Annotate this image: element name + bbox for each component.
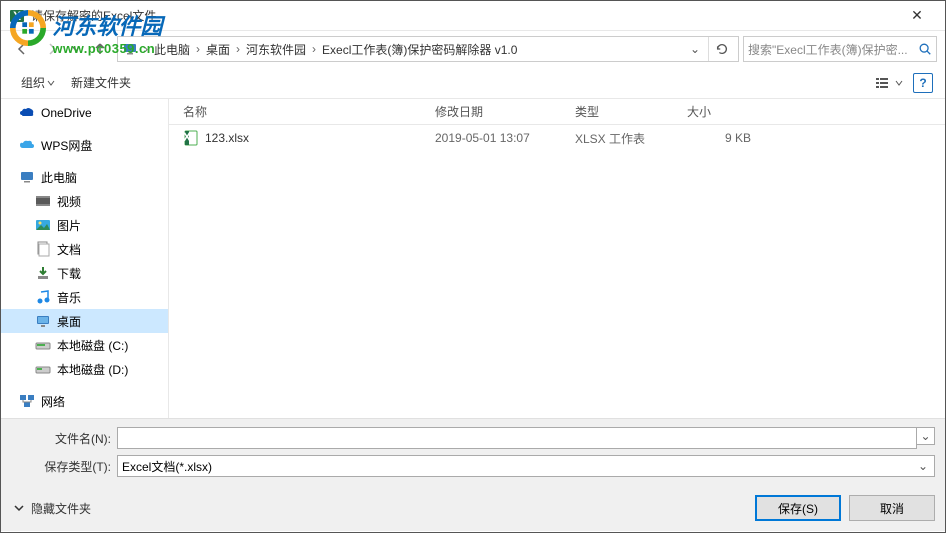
app-icon: X — [9, 8, 25, 24]
chevron-right-icon[interactable]: › — [194, 42, 202, 56]
chevron-down-icon — [47, 79, 55, 87]
file-type: XLSX 工作表 — [567, 130, 679, 147]
sidebar-item-label: 视频 — [57, 193, 81, 210]
close-button[interactable]: ✕ — [897, 2, 937, 30]
navigation-sidebar: OneDrive WPS网盘 此电脑 视频 图片 文档 — [1, 99, 169, 418]
sidebar-item-label: 桌面 — [57, 313, 81, 330]
cancel-button[interactable]: 取消 — [849, 495, 935, 521]
organize-button[interactable]: 组织 — [13, 70, 63, 95]
save-button[interactable]: 保存(S) — [755, 495, 841, 521]
file-name: 123.xlsx — [205, 131, 249, 145]
save-form-area: 文件名(N): ⌄ 保存类型(T): Excel文档(*.xlsx) ⌄ 隐藏文… — [1, 418, 945, 531]
main-area: OneDrive WPS网盘 此电脑 视频 图片 文档 — [1, 99, 945, 418]
sidebar-item-label: WPS网盘 — [41, 137, 92, 154]
nav-forward-button — [39, 36, 65, 62]
video-icon — [35, 193, 51, 209]
column-header-name[interactable]: 名称 — [169, 103, 427, 120]
sidebar-item-wps[interactable]: WPS网盘 — [1, 133, 168, 157]
help-button[interactable]: ? — [913, 73, 933, 93]
chevron-down-icon: ⌄ — [914, 457, 932, 475]
sidebar-item-video[interactable]: 视频 — [1, 189, 168, 213]
onedrive-icon — [19, 105, 35, 121]
filename-label: 文件名(N): — [11, 430, 117, 447]
sidebar-item-music[interactable]: 音乐 — [1, 285, 168, 309]
drive-icon — [35, 337, 51, 353]
sidebar-item-documents[interactable]: 文档 — [1, 237, 168, 261]
wps-cloud-icon — [19, 137, 35, 153]
pictures-icon — [35, 217, 51, 233]
chevron-down-icon — [895, 79, 903, 87]
recent-locations-dropdown[interactable] — [69, 44, 83, 54]
sidebar-item-label: 网络 — [41, 393, 65, 410]
sidebar-item-desktop[interactable]: 桌面 — [1, 309, 168, 333]
nav-back-button[interactable] — [9, 36, 35, 62]
breadcrumb-bar[interactable]: › 此电脑 › 桌面 › 河东软件园 › Execl工作表(簿)保护密码解除器 … — [117, 36, 739, 62]
file-list-header: 名称 修改日期 类型 大小 — [169, 99, 945, 125]
sidebar-item-label: OneDrive — [41, 106, 92, 120]
filetype-select[interactable]: Excel文档(*.xlsx) ⌄ — [117, 455, 935, 477]
chevron-right-icon[interactable]: › — [142, 42, 150, 56]
breadcrumb-dropdown[interactable]: ⌄ — [684, 42, 706, 56]
pc-icon — [122, 41, 138, 57]
sidebar-item-label: 本地磁盘 (D:) — [57, 361, 128, 378]
sidebar-item-network[interactable]: 网络 — [1, 389, 168, 413]
toolbar: 组织 新建文件夹 ? — [1, 67, 945, 99]
sidebar-item-thispc[interactable]: 此电脑 — [1, 165, 168, 189]
sidebar-item-onedrive[interactable]: OneDrive — [1, 101, 168, 125]
window-title: 请保存解密的Excel文件 — [31, 7, 897, 24]
column-header-date[interactable]: 修改日期 — [427, 103, 567, 120]
sidebar-item-label: 图片 — [57, 217, 81, 234]
sidebar-item-pictures[interactable]: 图片 — [1, 213, 168, 237]
music-icon — [35, 289, 51, 305]
file-row[interactable]: X 123.xlsx 2019-05-01 13:07 XLSX 工作表 9 K… — [169, 125, 945, 151]
chevron-right-icon[interactable]: › — [310, 42, 318, 56]
download-icon — [35, 265, 51, 281]
column-header-size[interactable]: 大小 — [679, 103, 759, 120]
sidebar-item-label: 本地磁盘 (C:) — [57, 337, 128, 354]
sidebar-item-downloads[interactable]: 下载 — [1, 261, 168, 285]
pc-icon — [19, 169, 35, 185]
filetype-label: 保存类型(T): — [11, 458, 117, 475]
sidebar-item-drive-c[interactable]: 本地磁盘 (C:) — [1, 333, 168, 357]
sidebar-item-label: 音乐 — [57, 289, 81, 306]
filename-history-dropdown[interactable]: ⌄ — [917, 427, 935, 445]
view-options-button[interactable] — [873, 74, 905, 92]
network-icon — [19, 393, 35, 409]
breadcrumb-segment[interactable]: 此电脑 — [150, 41, 194, 58]
desktop-icon — [35, 313, 51, 329]
sidebar-item-drive-d[interactable]: 本地磁盘 (D:) — [1, 357, 168, 381]
svg-text:X: X — [183, 130, 191, 144]
new-folder-button[interactable]: 新建文件夹 — [63, 70, 139, 95]
file-list: 名称 修改日期 类型 大小 X 123.xlsx 2019-05-01 13:0… — [169, 99, 945, 418]
breadcrumb-segment[interactable]: Execl工作表(簿)保护密码解除器 v1.0 — [318, 41, 521, 58]
sidebar-item-label: 下载 — [57, 265, 81, 282]
search-input[interactable]: 搜索"Execl工作表(簿)保护密... — [743, 36, 937, 62]
excel-file-icon: X — [183, 130, 199, 146]
search-icon[interactable] — [918, 42, 932, 56]
nav-up-button[interactable] — [87, 36, 113, 62]
file-size: 9 KB — [679, 131, 759, 145]
chevron-down-icon — [13, 502, 25, 514]
refresh-button[interactable] — [708, 37, 734, 61]
file-date: 2019-05-01 13:07 — [427, 131, 567, 145]
documents-icon — [35, 241, 51, 257]
filetype-value: Excel文档(*.xlsx) — [122, 458, 212, 475]
breadcrumb-segment[interactable]: 河东软件园 — [242, 41, 310, 58]
drive-icon — [35, 361, 51, 377]
hide-folders-button[interactable]: 隐藏文件夹 — [11, 500, 91, 517]
title-bar: X 请保存解密的Excel文件 ✕ — [1, 1, 945, 31]
chevron-right-icon[interactable]: › — [234, 42, 242, 56]
column-header-type[interactable]: 类型 — [567, 103, 679, 120]
filename-input[interactable] — [117, 427, 917, 449]
breadcrumb-segment[interactable]: 桌面 — [202, 41, 234, 58]
sidebar-item-label: 此电脑 — [41, 169, 77, 186]
address-bar-row: › 此电脑 › 桌面 › 河东软件园 › Execl工作表(簿)保护密码解除器 … — [1, 31, 945, 67]
search-placeholder: 搜索"Execl工作表(簿)保护密... — [748, 41, 908, 58]
svg-text:X: X — [13, 9, 21, 23]
sidebar-item-label: 文档 — [57, 241, 81, 258]
